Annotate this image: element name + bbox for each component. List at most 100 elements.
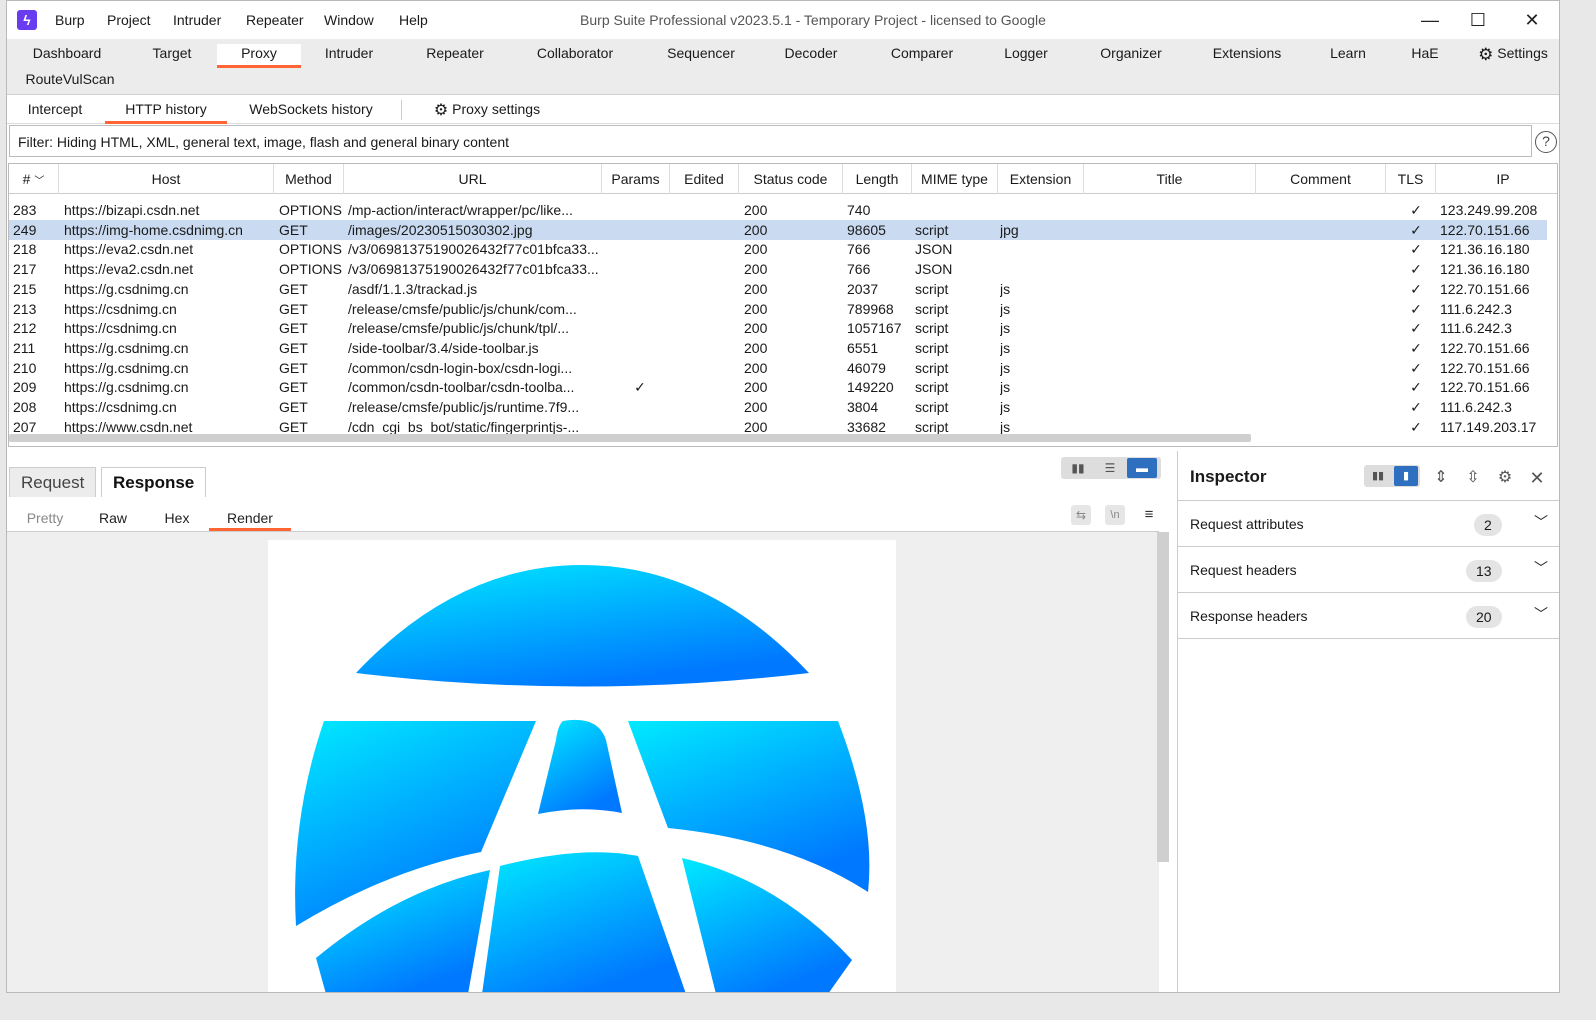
cell-params	[615, 259, 665, 279]
tab-extensions[interactable]: Extensions	[1203, 44, 1291, 68]
cell-length: 740	[847, 202, 871, 218]
inspector-settings-icon[interactable]: ⚙	[1494, 467, 1516, 489]
tab-intruder[interactable]: Intruder	[311, 44, 387, 68]
col-status-code[interactable]: Status code	[739, 164, 843, 194]
split-vertical-icon[interactable]: ☰	[1095, 458, 1125, 478]
table-row[interactable]: 215 https://g.csdnimg.cn GET/asdf/1.1.3/tr…	[9, 279, 1547, 299]
col-edited[interactable]: Edited	[670, 164, 739, 194]
table-row[interactable]: 210 https://g.csdnimg.cn GET/common/csdn-l…	[9, 358, 1547, 378]
table-row[interactable]: 217 https://eva2.csdn.net OPTIONS/v3/06981…	[9, 259, 1547, 279]
cell-tls: ✓	[1410, 339, 1422, 356]
col-title[interactable]: Title	[1084, 164, 1256, 194]
section-request-attributes[interactable]: Request attributes 2 ﹀	[1178, 501, 1559, 547]
tab-settings[interactable]: ⚙ Settings	[1471, 44, 1555, 68]
tab-organizer[interactable]: Organizer	[1089, 44, 1173, 68]
cell-length: 3804	[847, 399, 879, 415]
tab-proxy-settings[interactable]: ⚙ Proxy settings	[425, 100, 549, 124]
filter-bar[interactable]: Filter: Hiding HTML, XML, general text, …	[9, 125, 1532, 157]
newline-icon[interactable]: \n	[1105, 505, 1125, 525]
inspector-dock-right-icon[interactable]: ▮	[1394, 466, 1418, 486]
tab-target[interactable]: Target	[137, 44, 207, 68]
table-row[interactable]: 213 https://csdnimg.cn GET/release/cmsfe/p…	[9, 299, 1547, 319]
col-comment[interactable]: Comment	[1256, 164, 1386, 194]
tab-response[interactable]: Response	[101, 467, 207, 497]
tab-http-history[interactable]: HTTP history	[105, 100, 227, 124]
tab-routevulscan[interactable]: RouteVulScan	[21, 70, 119, 94]
cell-status: 200	[744, 399, 768, 415]
cell-method: OPTIONS	[279, 241, 343, 258]
table-row[interactable]: 209 https://g.csdnimg.cn GET/common/csdn-t…	[9, 377, 1547, 397]
col-number[interactable]: # ﹀	[9, 164, 59, 194]
cell-url: /release/cmsfe/public/js/chunk/com...	[348, 300, 577, 317]
cell-ext: js	[1000, 359, 1011, 376]
chevron-down-icon[interactable]: ﹀	[1534, 604, 1548, 624]
col-extension[interactable]: Extension	[998, 164, 1084, 194]
section-response-headers[interactable]: Response headers 20 ﹀	[1178, 593, 1559, 639]
help-icon[interactable]: ?	[1535, 131, 1557, 153]
tab-hex[interactable]: Hex	[157, 509, 197, 531]
minimize-button[interactable]: —	[1407, 4, 1453, 36]
col-url[interactable]: URL	[344, 164, 602, 194]
cell-host: https://eva2.csdn.net	[64, 261, 194, 278]
wrap-lines-icon[interactable]: ⇆	[1071, 505, 1091, 525]
collapse-all-icon[interactable]: ⇳	[1462, 467, 1484, 489]
col-mime-type[interactable]: MIME type	[912, 164, 998, 194]
cell-url: /asdf/1.1.3/trackad.js	[348, 280, 478, 297]
tab-settings-label: Settings	[1497, 45, 1548, 61]
chevron-down-icon[interactable]: ﹀	[1534, 558, 1548, 578]
tab-dashboard[interactable]: Dashboard	[21, 44, 113, 68]
cell-method: GET	[279, 320, 308, 337]
tab-decoder[interactable]: Decoder	[775, 44, 847, 68]
vertical-scrollbar[interactable]	[1157, 532, 1169, 862]
table-row[interactable]: 211 https://g.csdnimg.cn GET/side-toolbar/…	[9, 338, 1547, 358]
cell-tls: ✓	[1410, 202, 1422, 218]
cell-tls: ✓	[1410, 280, 1422, 297]
tab-render[interactable]: Render	[209, 509, 291, 531]
table-row[interactable]: 249 https://img-home.csdnimg.cn GET/images…	[9, 219, 1547, 240]
table-row[interactable]: 212 https://csdnimg.cn GET/release/cmsfe/p…	[9, 318, 1547, 338]
col-method[interactable]: Method	[274, 164, 344, 194]
expand-all-icon[interactable]: ⇕	[1430, 467, 1452, 489]
count-badge: 2	[1474, 514, 1502, 536]
cell-ip: 122.70.151.66	[1440, 221, 1530, 238]
col-params[interactable]: Params	[602, 164, 670, 194]
single-pane-icon[interactable]: ▬	[1127, 458, 1157, 478]
maximize-button[interactable]: ☐	[1455, 4, 1501, 36]
tab-logger[interactable]: Logger	[995, 44, 1057, 68]
rendered-image	[268, 540, 896, 992]
chevron-down-icon[interactable]: ﹀	[1534, 512, 1548, 532]
table-row[interactable]: 283 https://bizapi.csdn.net OPTIONS/mp-act…	[9, 200, 1547, 220]
tab-pretty[interactable]: Pretty	[17, 509, 73, 531]
inspector-dock-left-icon[interactable]: ▮▮	[1366, 466, 1390, 486]
table-row[interactable]: 218 https://eva2.csdn.net OPTIONS/v3/06981…	[9, 239, 1547, 259]
col-ip[interactable]: IP	[1436, 164, 1557, 194]
table-row[interactable]: 208 https://csdnimg.cn GET/release/cmsfe/p…	[9, 397, 1547, 417]
tab-hae[interactable]: HaE	[1405, 44, 1445, 68]
split-horizontal-icon[interactable]: ▮▮	[1063, 458, 1093, 478]
tab-comparer[interactable]: Comparer	[879, 44, 965, 68]
cell-ext: js	[1000, 399, 1011, 415]
col-tls[interactable]: TLS	[1386, 164, 1436, 194]
tab-learn[interactable]: Learn	[1323, 44, 1373, 68]
inspector-close-icon[interactable]: ✕	[1526, 467, 1548, 489]
menu-icon[interactable]: ≡	[1139, 505, 1159, 525]
tab-request[interactable]: Request	[9, 467, 97, 497]
tab-intercept[interactable]: Intercept	[21, 100, 89, 124]
section-request-headers[interactable]: Request headers 13 ﹀	[1178, 547, 1559, 593]
tab-repeater[interactable]: Repeater	[415, 44, 495, 68]
cell-id: 249	[13, 221, 37, 238]
horizontal-scrollbar[interactable]	[9, 434, 1251, 442]
cell-host: https://img-home.csdnimg.cn	[64, 221, 243, 238]
cell-method: GET	[279, 300, 308, 317]
tab-proxy[interactable]: Proxy	[217, 44, 301, 68]
tab-sequencer[interactable]: Sequencer	[655, 44, 747, 68]
cell-host: https://csdnimg.cn	[64, 300, 177, 317]
tab-raw[interactable]: Raw	[91, 509, 135, 531]
cell-params	[615, 299, 665, 319]
sort-chevron-icon: ﹀	[34, 176, 45, 187]
tab-websockets-history[interactable]: WebSockets history	[241, 100, 381, 124]
col-length[interactable]: Length	[843, 164, 912, 194]
col-host[interactable]: Host	[59, 164, 274, 194]
close-window-button[interactable]: ✕	[1509, 4, 1555, 36]
tab-collaborator[interactable]: Collaborator	[523, 44, 627, 68]
